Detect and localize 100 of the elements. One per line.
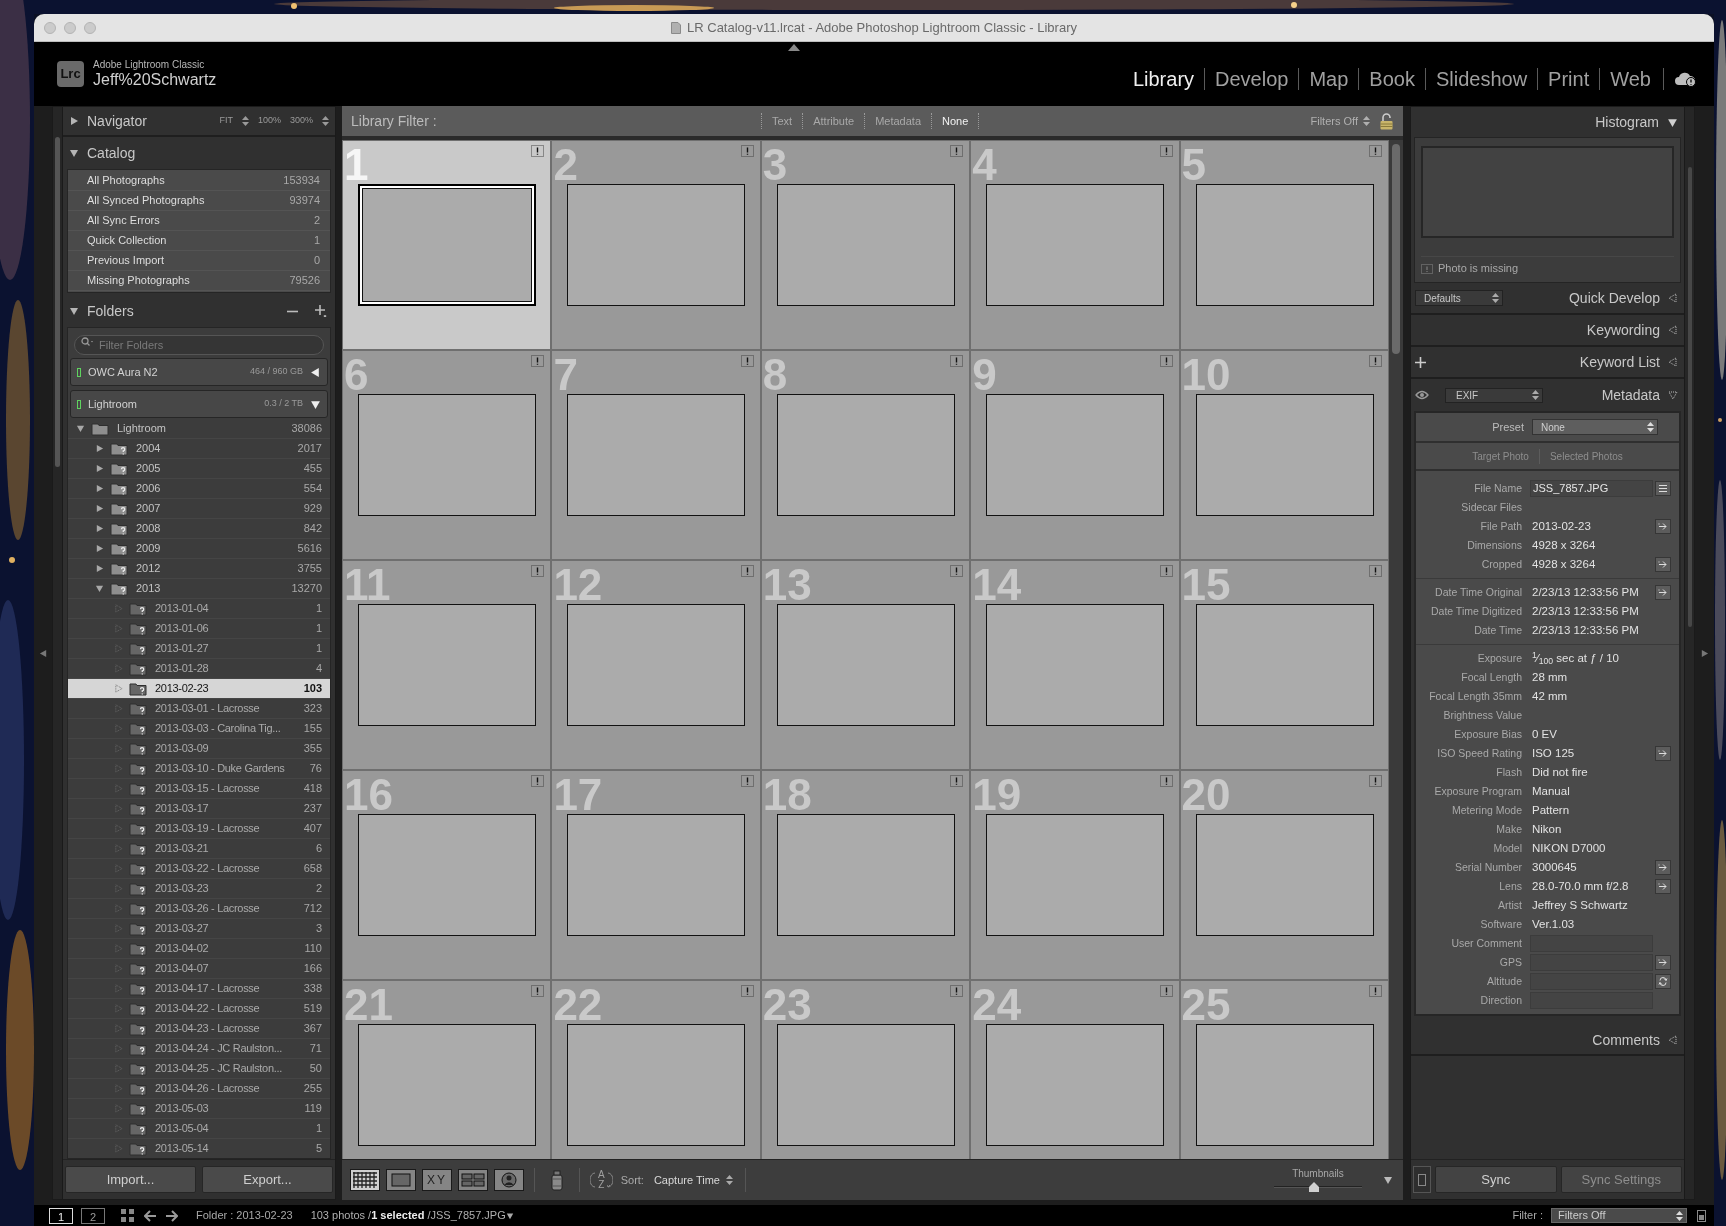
sync-button[interactable]: Sync — [1435, 1166, 1557, 1193]
preset-dropdown[interactable]: None — [1532, 419, 1658, 435]
thumbnail-placeholder[interactable] — [358, 394, 536, 516]
missing-photo-icon[interactable] — [531, 985, 545, 997]
missing-photo-icon[interactable] — [531, 565, 545, 577]
plus-icon[interactable] — [1415, 356, 1426, 368]
metadata-view-dropdown[interactable]: EXIF — [1445, 387, 1543, 403]
folder-row[interactable]: 2013 13270 — [68, 579, 330, 599]
disclosure-triangle[interactable] — [95, 524, 104, 533]
catalog-item[interactable]: Previous Import 0 — [68, 251, 330, 271]
disclosure-triangle[interactable] — [310, 398, 321, 410]
missing-photo-icon[interactable] — [1369, 145, 1382, 157]
folder-row[interactable]: 2004 2017 — [68, 439, 330, 459]
folder-row[interactable]: 2013-03-15 - Lacrosse 418 — [68, 779, 330, 799]
folder-row[interactable]: 2013-01-06 1 — [68, 619, 330, 639]
missing-photo-icon[interactable] — [531, 355, 545, 367]
disclosure-triangle[interactable] — [1667, 116, 1678, 128]
disclosure-triangle[interactable] — [76, 424, 85, 433]
folder-row[interactable]: 2013-05-04 1 — [68, 1119, 330, 1139]
folder-row[interactable]: 2013-03-23 2 — [68, 879, 330, 899]
missing-photo-icon[interactable] — [740, 355, 754, 367]
folder-row[interactable]: 2013-01-27 1 — [68, 639, 330, 659]
missing-photo-icon[interactable] — [950, 565, 964, 577]
filter-tab[interactable]: Attribute — [803, 112, 866, 130]
zoom-option[interactable]: FIT — [219, 114, 233, 128]
thumbnail-placeholder[interactable] — [358, 1024, 536, 1146]
thumbnail-placeholder[interactable] — [986, 184, 1165, 306]
thumbnail-placeholder[interactable] — [986, 1024, 1165, 1146]
filter-preset-dropdown[interactable]: Filters Off — [1310, 112, 1370, 130]
folder-row[interactable]: 2007 929 — [68, 499, 330, 519]
missing-photo-icon[interactable] — [1369, 985, 1382, 997]
disclosure-triangle[interactable] — [95, 484, 104, 493]
thumbnail-placeholder[interactable] — [986, 604, 1165, 726]
thumbnail-placeholder[interactable] — [1195, 394, 1374, 516]
toolbar-menu-button[interactable] — [1383, 1175, 1393, 1185]
folder-row[interactable]: 2013-03-21 6 — [68, 839, 330, 859]
slider-thumb[interactable] — [1309, 1182, 1320, 1192]
refresh-button[interactable] — [1655, 974, 1671, 989]
sort-direction-button[interactable]: A Z — [590, 1170, 613, 1190]
missing-photo-icon[interactable] — [950, 985, 964, 997]
missing-photo-icon[interactable] — [740, 985, 754, 997]
thumbnail-placeholder[interactable] — [776, 1024, 955, 1146]
thumbnail-placeholder[interactable] — [1195, 604, 1374, 726]
folder-row[interactable]: 2013-05-03 119 — [68, 1099, 330, 1119]
catalog-item[interactable]: Missing Photographs 79526 — [68, 271, 330, 291]
disclosure-triangle[interactable] — [310, 366, 321, 378]
disclosure-triangle[interactable] — [95, 464, 104, 473]
folder-row[interactable]: 2013-03-26 - Lacrosse 712 — [68, 899, 330, 919]
filter-tab[interactable]: Metadata — [865, 112, 933, 130]
thumbnail-placeholder[interactable] — [776, 184, 955, 306]
scrollbar[interactable] — [53, 107, 63, 1199]
preset-dropdown[interactable]: Defaults — [1415, 290, 1503, 306]
folder-row[interactable]: 2013-04-26 - Lacrosse 255 — [68, 1079, 330, 1099]
module-tab[interactable]: Map — [1298, 68, 1359, 90]
search-field[interactable]: Filter Folders — [74, 335, 324, 355]
thumbnail-placeholder[interactable] — [986, 814, 1165, 936]
missing-photo-icon[interactable] — [531, 775, 545, 787]
plus-icon[interactable] — [315, 305, 327, 317]
folder-row[interactable]: 2013-05-14 5 — [68, 1139, 330, 1158]
folder-row[interactable]: 2013-04-22 - Lacrosse 519 — [68, 999, 330, 1019]
folder-row[interactable]: 2013-03-19 - Lacrosse 407 — [68, 819, 330, 839]
catalog-item[interactable]: All Synced Photographs 93974 — [68, 191, 330, 211]
arrow-button[interactable] — [1655, 879, 1671, 894]
folder-row[interactable]: 2005 455 — [68, 459, 330, 479]
missing-photo-icon[interactable] — [1159, 145, 1173, 157]
field-input[interactable]: JSS_7857.JPG — [1530, 480, 1653, 497]
filter-dropdown[interactable]: Filters Off — [1551, 1208, 1687, 1223]
grid-view-button[interactable] — [350, 1169, 380, 1191]
missing-photo-icon[interactable] — [531, 145, 545, 157]
folder-row[interactable]: 2013-04-24 - JC Raulston... 71 — [68, 1039, 330, 1059]
module-tab[interactable]: Slideshow — [1424, 68, 1538, 90]
loupe-view-button[interactable] — [386, 1169, 416, 1191]
folder-row[interactable]: 2013-03-17 237 — [68, 799, 330, 819]
folder-row[interactable]: 2013-01-04 1 — [68, 599, 330, 619]
panel-button[interactable]: Import... — [65, 1166, 196, 1193]
thumbnail-placeholder[interactable] — [358, 604, 536, 726]
folder-row[interactable]: 2013-04-23 - Lacrosse 367 — [68, 1019, 330, 1039]
panel-button[interactable]: Export... — [202, 1166, 333, 1193]
module-tab[interactable]: Web — [1599, 68, 1661, 90]
disclosure-triangle[interactable] — [95, 444, 104, 453]
folder-row[interactable]: 2013-04-02 110 — [68, 939, 330, 959]
arrow-button[interactable] — [1655, 860, 1671, 875]
people-view-button[interactable] — [494, 1169, 524, 1191]
filter-tab[interactable]: Text — [762, 112, 804, 130]
collapse-left-icon[interactable] — [38, 648, 48, 658]
filter-tab[interactable]: None — [932, 112, 980, 130]
thumbnail-placeholder[interactable] — [776, 814, 955, 936]
folder-row[interactable]: 2013-02-23 103 — [68, 679, 330, 699]
thumbnail-placeholder[interactable] — [358, 184, 536, 306]
thumbnail-placeholder[interactable] — [1195, 1024, 1374, 1146]
thumbnail-placeholder[interactable] — [567, 1024, 746, 1146]
folder-row[interactable]: 2012 3755 — [68, 559, 330, 579]
folder-row[interactable]: 2013-04-25 - JC Raulston... 50 — [68, 1059, 330, 1079]
cloud-icon[interactable] — [1674, 71, 1696, 87]
list-button[interactable] — [1655, 481, 1671, 496]
catalog-item[interactable]: All Photographs 153934 — [68, 171, 330, 191]
monitor-button[interactable]: 2 — [81, 1207, 105, 1224]
module-tab[interactable]: Book — [1358, 68, 1425, 90]
survey-view-button[interactable] — [458, 1169, 488, 1191]
volume-bar[interactable]: OWC Aura N2 464 / 960 GB — [70, 358, 328, 386]
